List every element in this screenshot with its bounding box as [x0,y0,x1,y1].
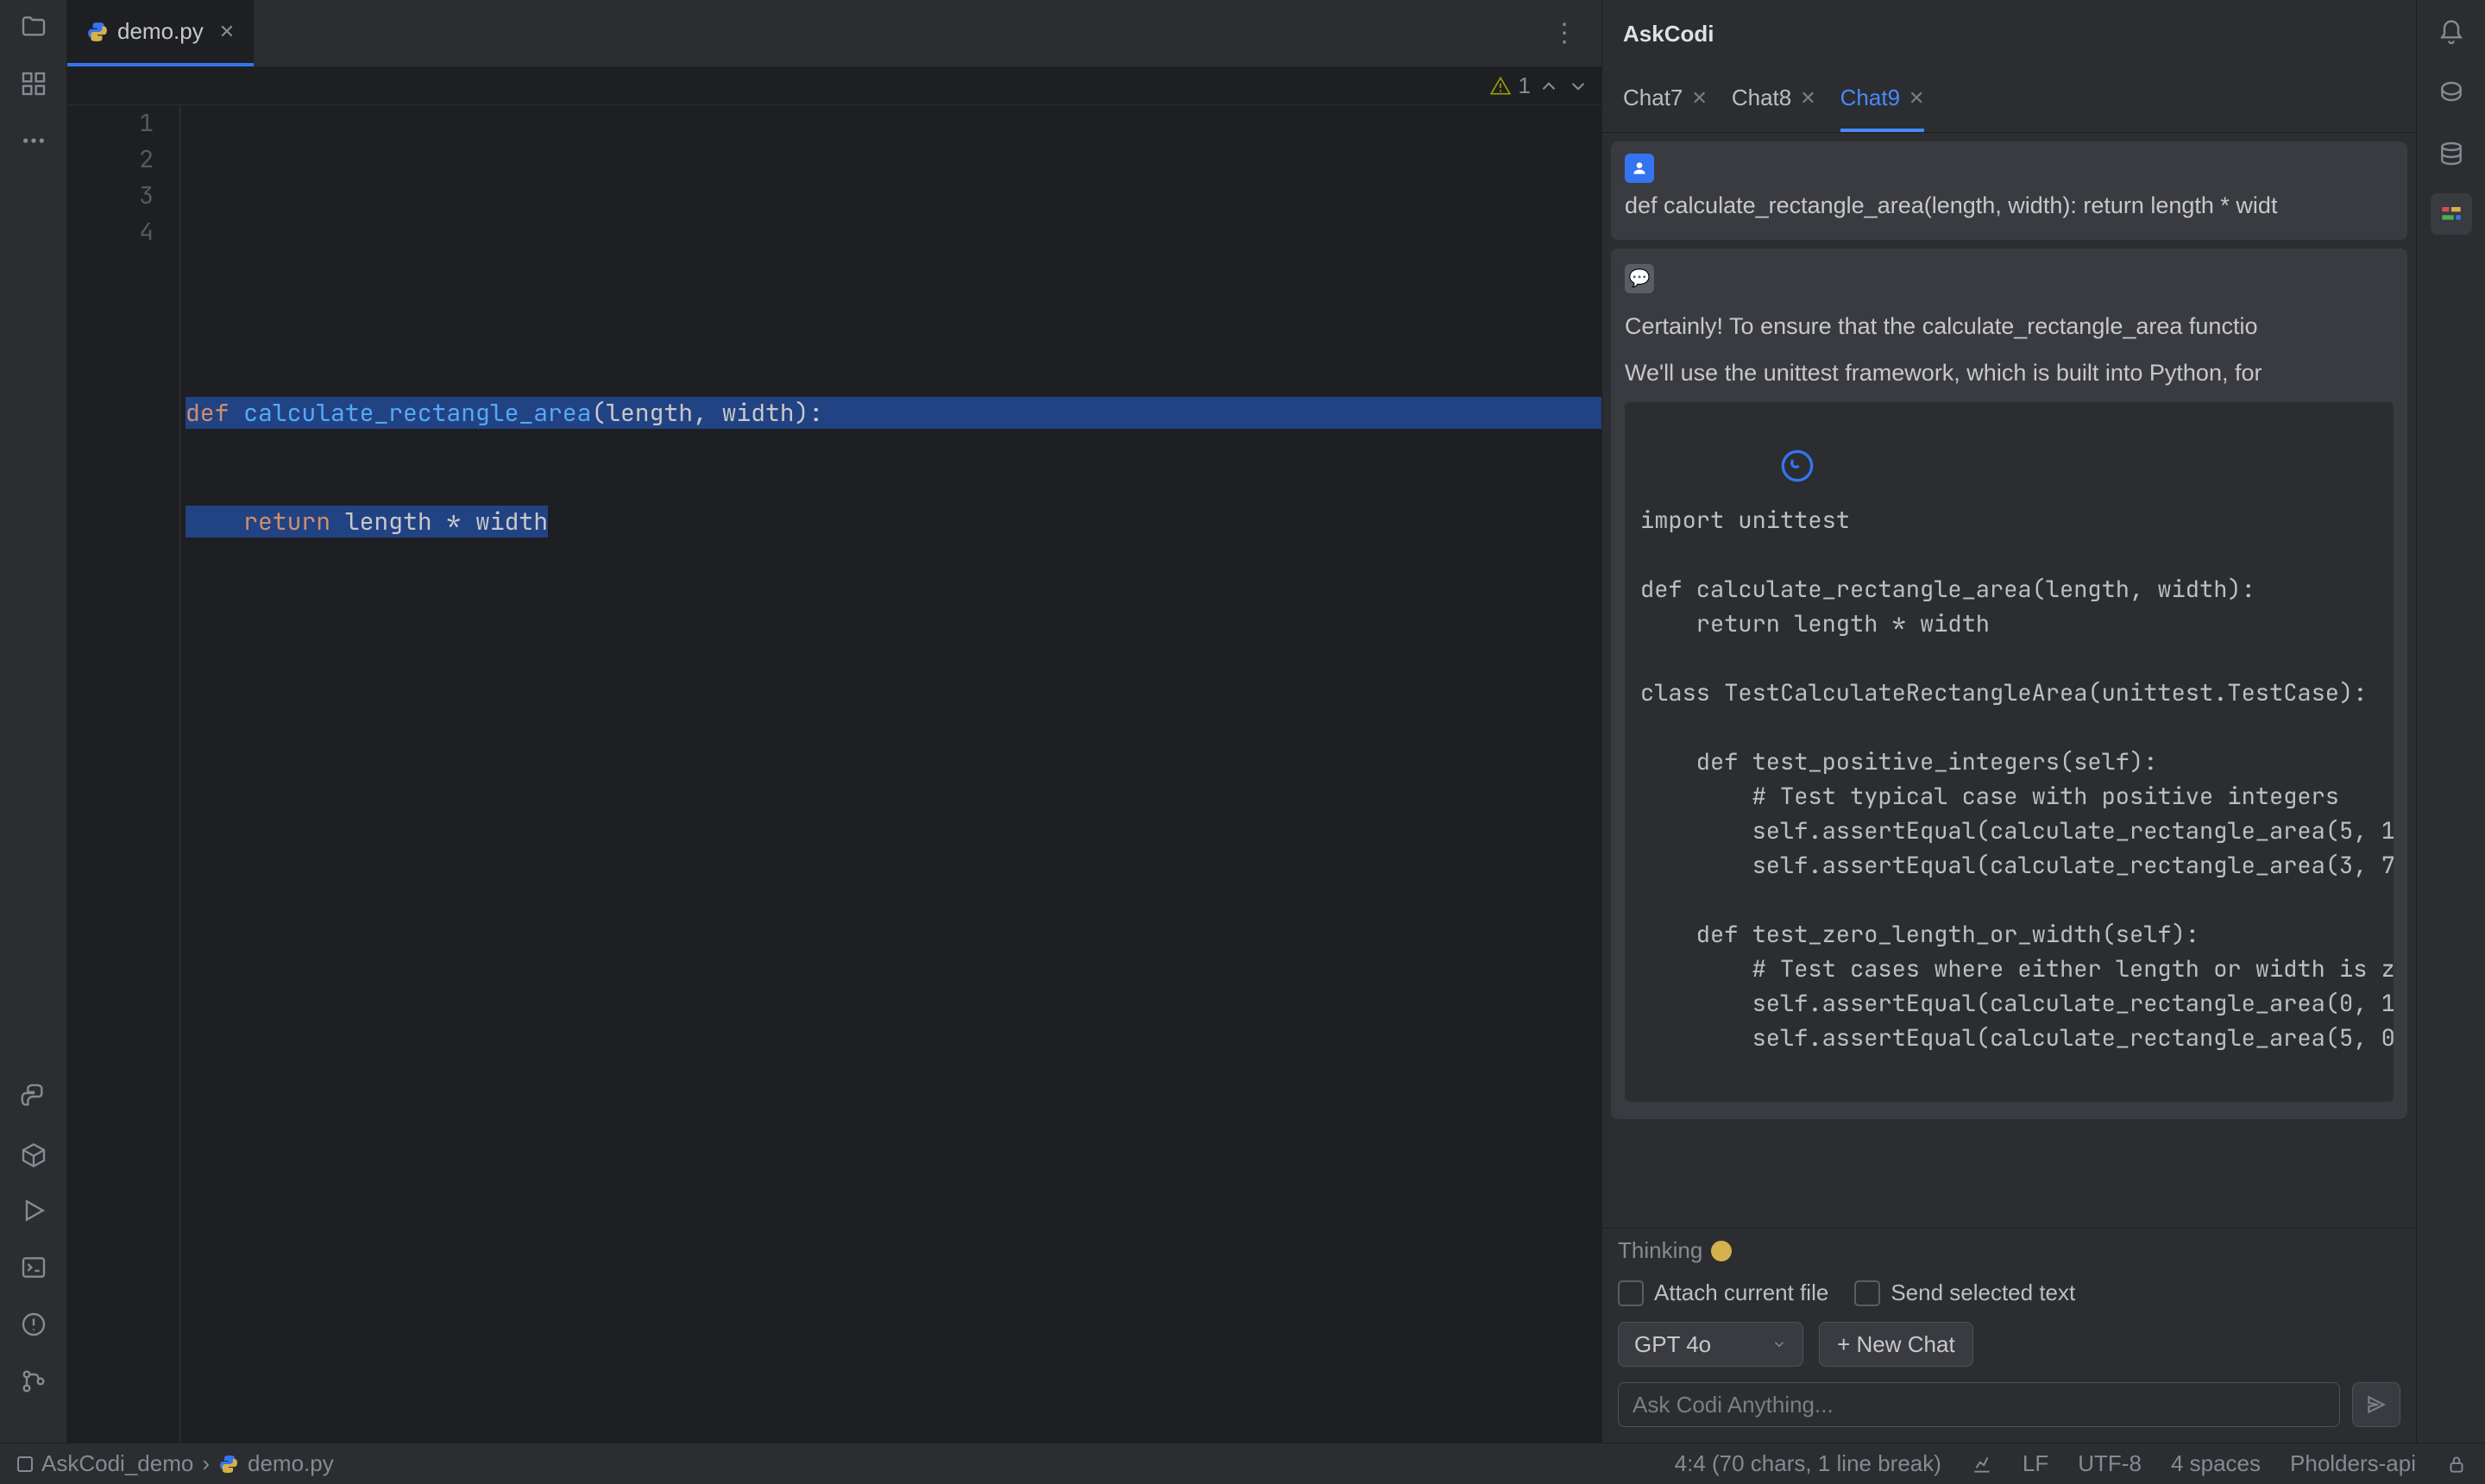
python-console-icon[interactable] [17,1080,50,1113]
line-number: 1 [67,105,154,141]
user-message: def calculate_rectangle_area(length, wid… [1611,141,2407,240]
attach-file-label: Attach current file [1654,1280,1828,1306]
bot-paragraph: Certainly! To ensure that the calculate_… [1625,309,2394,343]
python-file-icon [218,1454,239,1475]
new-chat-label: + New Chat [1837,1331,1955,1358]
send-button[interactable] [2352,1382,2400,1427]
thinking-indicator: Thinking [1618,1237,2400,1264]
bot-avatar: 💬 [1625,264,1654,293]
tab-filename: demo.py [117,18,204,45]
chat-tab-9[interactable]: Chat9 ✕ [1840,67,1925,132]
editor-body[interactable]: 1 2 3 4 def calculate_rectangle_area(len… [67,105,1601,1443]
bot-paragraph: We'll use the unittest framework, which … [1625,355,2394,390]
editor-tab-bar: demo.py ✕ ⋮ [67,0,1601,67]
askcodi-tabs: Chat7 ✕ Chat8 ✕ Chat9 ✕ [1602,67,2416,133]
thinking-dot-icon [1711,1241,1732,1261]
thinking-label: Thinking [1618,1237,1702,1264]
chat-tab-7[interactable]: Chat7 ✕ [1623,67,1708,132]
code-line: def calculate_rectangle_area(length, wid… [180,395,1601,431]
code-line [180,286,1601,323]
chevron-up-icon[interactable] [1538,75,1560,97]
checkbox-box-icon [1618,1280,1644,1306]
askcodi-panel: AskCodi Chat7 ✕ Chat8 ✕ Chat9 ✕ def calc… [1601,0,2416,1443]
folder-icon[interactable] [17,10,50,43]
editor-info-line: 1 [67,67,1601,105]
bot-message: 💬 Certainly! To ensure that the calculat… [1611,248,2407,1119]
editor-gutter: 1 2 3 4 [67,105,179,1443]
checkbox-box-icon [1854,1280,1880,1306]
chat-input[interactable] [1618,1382,2340,1427]
notifications-icon[interactable] [2431,12,2472,53]
encoding[interactable]: UTF-8 [2078,1450,2142,1477]
warning-icon [1489,75,1512,97]
send-selected-checkbox[interactable]: Send selected text [1854,1280,2075,1306]
send-selected-label: Send selected text [1890,1280,2075,1306]
chevron-down-icon [1771,1336,1787,1352]
chart-icon[interactable] [1971,1453,1993,1475]
user-avatar [1625,154,1654,183]
line-separator[interactable]: LF [2023,1450,2048,1477]
breadcrumb-file: demo.py [248,1450,334,1477]
project-icon [17,1456,33,1472]
model-select[interactable]: GPT 4o [1618,1322,1803,1367]
chevron-right-icon: › [202,1450,210,1477]
send-icon [2365,1393,2387,1416]
breadcrumb[interactable]: AskCodi_demo › demo.py [17,1450,334,1477]
breadcrumb-project: AskCodi_demo [41,1450,193,1477]
packages-icon[interactable] [17,1137,50,1170]
right-tool-bar [2416,0,2485,1443]
status-bar: AskCodi_demo › demo.py 4:4 (70 chars, 1 … [0,1443,2485,1484]
tab-options-icon[interactable]: ⋮ [1543,18,1586,48]
askcodi-title: AskCodi [1602,0,2416,67]
code-block: import unittest def calculate_rectangle_… [1625,402,2394,1102]
version-control-icon[interactable] [17,1365,50,1398]
database-icon[interactable] [2431,133,2472,174]
warning-count: 1 [1519,72,1531,99]
editor-tab-demo[interactable]: demo.py ✕ [67,0,254,66]
close-icon[interactable]: ✕ [1800,87,1815,110]
cursor-position[interactable]: 4:4 (70 chars, 1 line break) [1675,1450,1941,1477]
chat-footer: Thinking Attach current file Send select… [1602,1228,2416,1443]
more-icon[interactable] [17,124,50,157]
terminal-icon[interactable] [17,1251,50,1284]
new-chat-button[interactable]: + New Chat [1819,1322,1973,1367]
line-number: 4 [67,214,154,250]
python-file-icon [86,21,109,43]
code-area[interactable]: def calculate_rectangle_area(length, wid… [179,105,1601,1443]
chat-scroll[interactable]: def calculate_rectangle_area(length, wid… [1602,133,2416,1228]
chat-tab-label: Chat8 [1732,85,1791,111]
model-selected-value: GPT 4o [1634,1331,1711,1358]
services-icon[interactable] [17,1194,50,1227]
activity-bar [0,0,67,1443]
problems-icon[interactable] [17,1308,50,1341]
interpreter[interactable]: Pholders-api [2290,1450,2416,1477]
user-message-text: def calculate_rectangle_area(length, wid… [1625,188,2394,223]
tab-close-icon[interactable]: ✕ [219,21,235,43]
ai-assistant-icon[interactable] [2431,72,2472,114]
close-icon[interactable]: ✕ [1909,87,1924,110]
line-number: 2 [67,141,154,178]
indent[interactable]: 4 spaces [2171,1450,2261,1477]
code-block-content: import unittest def calculate_rectangle_… [1640,505,2394,1053]
code-line: return length * width [180,504,1601,540]
lock-icon[interactable] [2445,1453,2468,1475]
structure-icon[interactable] [17,67,50,100]
chat-tab-label: Chat7 [1623,85,1683,111]
code-line [180,178,1601,214]
askcodi-tool-icon[interactable] [2431,193,2472,235]
chevron-down-icon[interactable] [1567,75,1589,97]
line-number: 3 [67,178,154,214]
attach-file-checkbox[interactable]: Attach current file [1618,1280,1828,1306]
chat-tab-label: Chat9 [1840,85,1900,111]
chat-tab-8[interactable]: Chat8 ✕ [1732,67,1816,132]
python-badge-icon [1780,449,1815,483]
close-icon[interactable]: ✕ [1691,87,1707,110]
editor-pane: demo.py ✕ ⋮ 1 1 2 3 4 def calculate [67,0,1601,1443]
